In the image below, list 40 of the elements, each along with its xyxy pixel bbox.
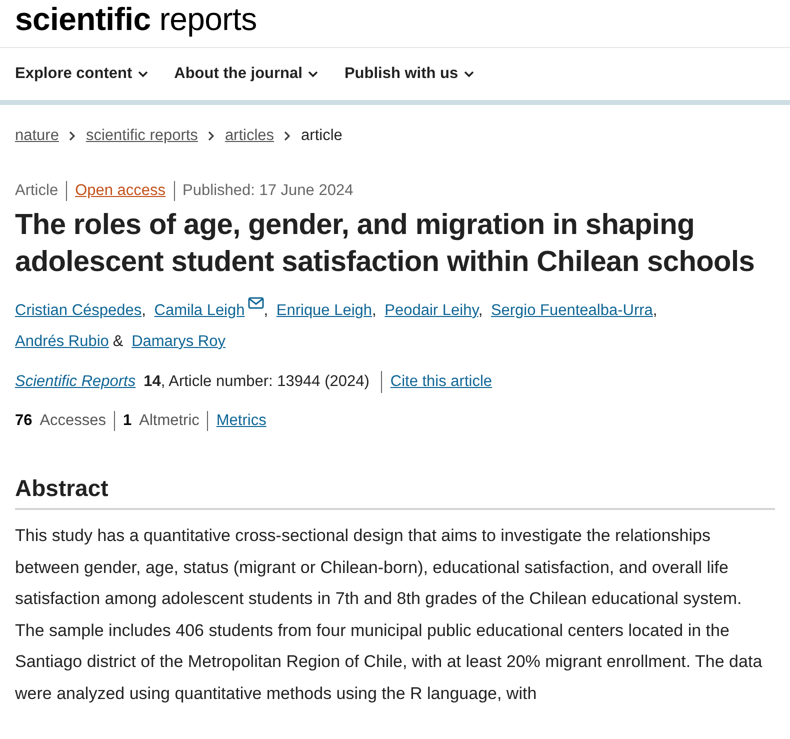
open-access-link[interactable]: Open access xyxy=(66,181,174,201)
citation-details: 14, Article number: 13944 (2024) xyxy=(144,373,370,391)
chevron-down-icon xyxy=(138,70,148,78)
article-meta: Published: 17 June 2024 xyxy=(174,181,362,201)
breadcrumb-link[interactable]: articles xyxy=(224,127,274,145)
nav-menu[interactable]: Publish with us xyxy=(344,65,474,83)
author-separator: , xyxy=(652,302,658,319)
chevron-right-icon xyxy=(68,131,76,141)
author-separator: , xyxy=(372,302,376,319)
article-meta: Article xyxy=(15,181,60,201)
author-link[interactable]: Andrés Rubio xyxy=(15,333,109,350)
metric-count: 76 Accesses xyxy=(15,411,108,431)
author-link[interactable]: Enrique Leigh xyxy=(276,302,372,319)
author-separator: , xyxy=(142,302,146,319)
journal-link[interactable]: Scientific Reports xyxy=(15,373,136,391)
abstract-text: This study has a quantitative cross-sectional design that aims to investigate the relationships between gender, age, status (migrant or Chilean-born), educational satisfaction, and overall life satisfaction among adolescent students in 7th and 8th grades of the Chilean educational system. The sample includes 406 students from four municipal public educational centers located in the Santiago district of the Metropolitan Region of Chile, with at least 20% migrant enrollment. The data were analyzed using quantitative methods using the R language, with xyxy=(15,525,764,704)
nav-menu[interactable]: Explore content xyxy=(15,65,148,83)
cite-link[interactable]: Cite this article xyxy=(381,371,492,393)
metric-count: 1 Altmetric xyxy=(114,411,208,431)
metrics-link[interactable]: Metrics xyxy=(207,411,274,431)
article-title: The roles of age, gender, and migration in shaping adolescent student satisfaction within Chilean schools xyxy=(15,208,756,280)
nav-menu[interactable]: About the journal xyxy=(174,65,318,83)
author-link[interactable]: Sergio Fuentealba-Urra xyxy=(490,302,653,319)
chevron-down-icon xyxy=(464,70,474,78)
author-separator: , xyxy=(264,302,268,319)
email-icon[interactable] xyxy=(248,297,264,309)
author-separator: , xyxy=(478,302,483,319)
chevron-down-icon xyxy=(308,70,318,78)
breadcrumb-link[interactable]: nature xyxy=(15,127,59,145)
author-link[interactable]: Peodair Leihy xyxy=(384,302,478,319)
author-separator: & xyxy=(112,333,124,350)
chevron-right-icon xyxy=(208,131,215,141)
breadcrumb-link[interactable]: scientific reports xyxy=(86,127,198,145)
author-link[interactable]: Cristian Céspedes xyxy=(15,302,142,319)
breadcrumb-current: article xyxy=(301,127,342,145)
author-link[interactable]: Camila Leigh xyxy=(154,302,245,319)
abstract-heading: Abstract xyxy=(15,475,775,510)
author-link[interactable]: Damarys Roy xyxy=(132,333,226,350)
chevron-right-icon xyxy=(284,131,292,141)
journal-logo[interactable]: scientific reports xyxy=(0,0,790,47)
